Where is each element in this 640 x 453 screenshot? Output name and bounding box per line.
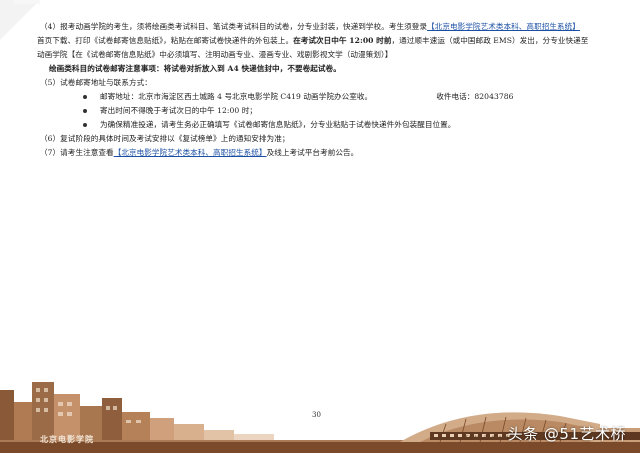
bullet-dot (83, 109, 87, 113)
document-body: （4）报考动画学院的考生，须将绘画类考试科目、笔试类考试科目的试卷，分专业封装，… (37, 20, 612, 160)
item7-text: （7）请考生注意查看 (40, 148, 114, 157)
document-page: （4）报考动画学院的考生，须将绘画类考试科目、笔试类考试科目的试卷，分专业封装，… (0, 0, 640, 453)
bullet-deadline: 寄出时间不得晚于考试次日的中午 12:00 时； (37, 104, 612, 118)
item6: （6）复试阶段的具体时间及考试安排以《复试榜单》上的通知安排为准； (40, 134, 290, 143)
bullet-address: 邮寄地址：北京市海淀区西土城路 4 号北京电影学院 C419 动画学院办公室收。… (37, 90, 612, 104)
item7-tail: 及线上考试平台考前公告。 (266, 148, 359, 157)
painting-note: 绘画类科目的试卷邮寄注意事项：将试卷对折放入到 A4 快递信封中，不要卷起试卷。 (49, 64, 341, 73)
recipient-phone: 收件电话：82043786 (436, 92, 514, 101)
item5-heading: （5）试卷邮寄地址与联系方式： (40, 78, 152, 87)
bullet-dot (83, 95, 87, 99)
item4-line3: 动画学院【在《试卷邮寄信息贴纸》中必须填写、注明动画专业、漫画专业、戏剧影视文学… (37, 50, 393, 59)
academy-logo: 北京电影学院 (40, 434, 94, 444)
item4-line1: （4）报考动画学院的考生，须将绘画类考试科目、笔试类考试科目的试卷，分专业封装，… (37, 20, 612, 34)
label-instructions: 为确保精准投递，请考生务必正确填写《试卷邮寄信息贴纸》，分专业粘贴于试卷快递件外… (100, 120, 456, 129)
item4-line2-text: 首页下载、打印《试卷邮寄信息贴纸》，粘贴在邮寄试卷快递件的外包装上。 (37, 36, 294, 45)
mailing-address: 邮寄地址：北京市海淀区西土城路 4 号北京电影学院 C419 动画学院办公室收。 (100, 92, 373, 101)
item4-text: （4）报考动画学院的考生，须将绘画类考试科目、笔试类考试科目的试卷，分专业封装，… (40, 22, 428, 31)
bullet-label-instructions: 为确保精准投递，请考生务必正确填写《试卷邮寄信息贴纸》，分专业粘贴于试卷快递件外… (37, 118, 612, 132)
admission-system-link[interactable]: 【北京电影学院艺术类本科、高职招生系统】 (427, 22, 580, 31)
item4-line2-tail: ，通过顺丰速运（或中国邮政 EMS）发出，分专业快递至 (391, 36, 589, 45)
page-corner-mark (0, 0, 40, 40)
item4-line2: 首页下载、打印《试卷邮寄信息贴纸》，粘贴在邮寄试卷快递件的外包装上。在考试次日中… (37, 34, 612, 48)
deadline-emphasis: 在考试次日中午 12:00 时前 (293, 36, 392, 45)
admission-system-link-2[interactable]: 【北京电影学院艺术类本科、高职招生系统】 (114, 148, 267, 157)
item7: （7）请考生注意查看【北京电影学院艺术类本科、高职招生系统】及线上考试平台考前公… (37, 146, 612, 160)
bullet-dot (83, 123, 87, 127)
source-watermark: 头条 @51艺术桥 (507, 425, 626, 443)
mailing-deadline: 寄出时间不得晚于考试次日的中午 12:00 时； (100, 106, 258, 115)
